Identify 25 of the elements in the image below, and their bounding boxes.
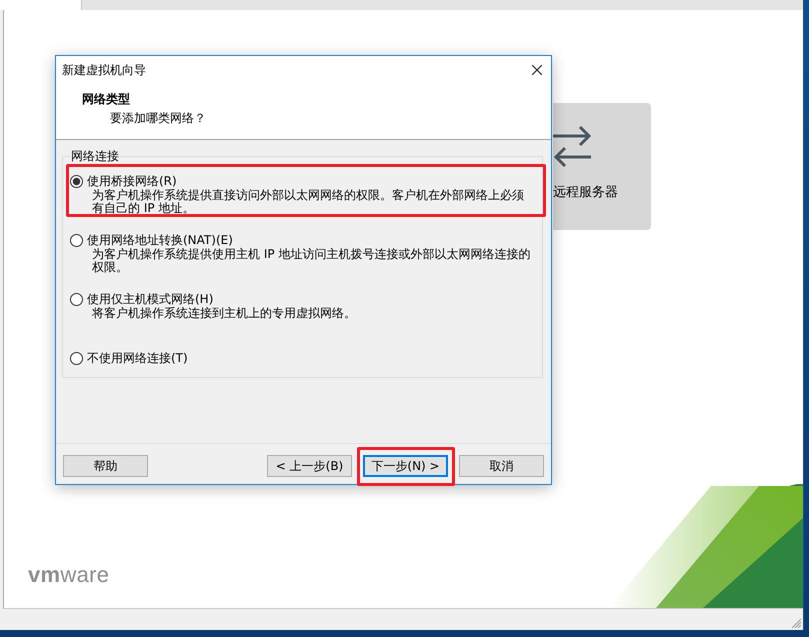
option-label[interactable]: 不使用网络连接(T) xyxy=(87,350,188,366)
option-description: 为客户机操作系统提供直接访问外部以太网网络的权限。客户机在外部网络上必须有自己的 IP 地址。 xyxy=(92,189,525,215)
option-label[interactable]: 使用仅主机模式网络(H) xyxy=(87,291,214,307)
dialog-button[interactable]: < 上一步(B) xyxy=(267,455,352,477)
dialog-button[interactable]: 取消 xyxy=(459,455,544,477)
vmware-logo: vmware xyxy=(28,564,110,586)
radio-button[interactable] xyxy=(70,234,83,246)
page-subheading: 要添加哪类网络？ xyxy=(109,110,206,126)
card-label: 远程服务器 xyxy=(553,185,619,201)
option-label[interactable]: 使用桥接网络(R) xyxy=(87,173,177,189)
dialog-button[interactable]: 下一步(N) > xyxy=(363,455,448,477)
arrows-exchange-icon xyxy=(553,126,592,167)
close-icon[interactable] xyxy=(532,65,542,75)
radio-button[interactable] xyxy=(70,292,83,306)
radio-button[interactable] xyxy=(70,352,83,364)
option-description: 将客户机操作系统连接到主机上的专用虚拟网络。 xyxy=(92,307,357,320)
radio-button[interactable] xyxy=(70,174,83,188)
group-label: 网络连接 xyxy=(70,148,120,164)
page-heading: 网络类型 xyxy=(81,91,130,107)
window-title: 新建虚拟机向导 xyxy=(62,62,146,78)
option-label[interactable]: 使用网络地址转换(NAT)(E) xyxy=(87,232,233,248)
remote-server-card[interactable]: 远程服务器 xyxy=(553,103,651,230)
dialog-button[interactable]: 帮助 xyxy=(63,455,148,477)
option-description: 为客户机操作系统提供使用主机 IP 地址访问主机拨号连接或外部以太网网络连接的权限。 xyxy=(92,248,532,274)
resize-grip-icon[interactable] xyxy=(791,618,801,628)
